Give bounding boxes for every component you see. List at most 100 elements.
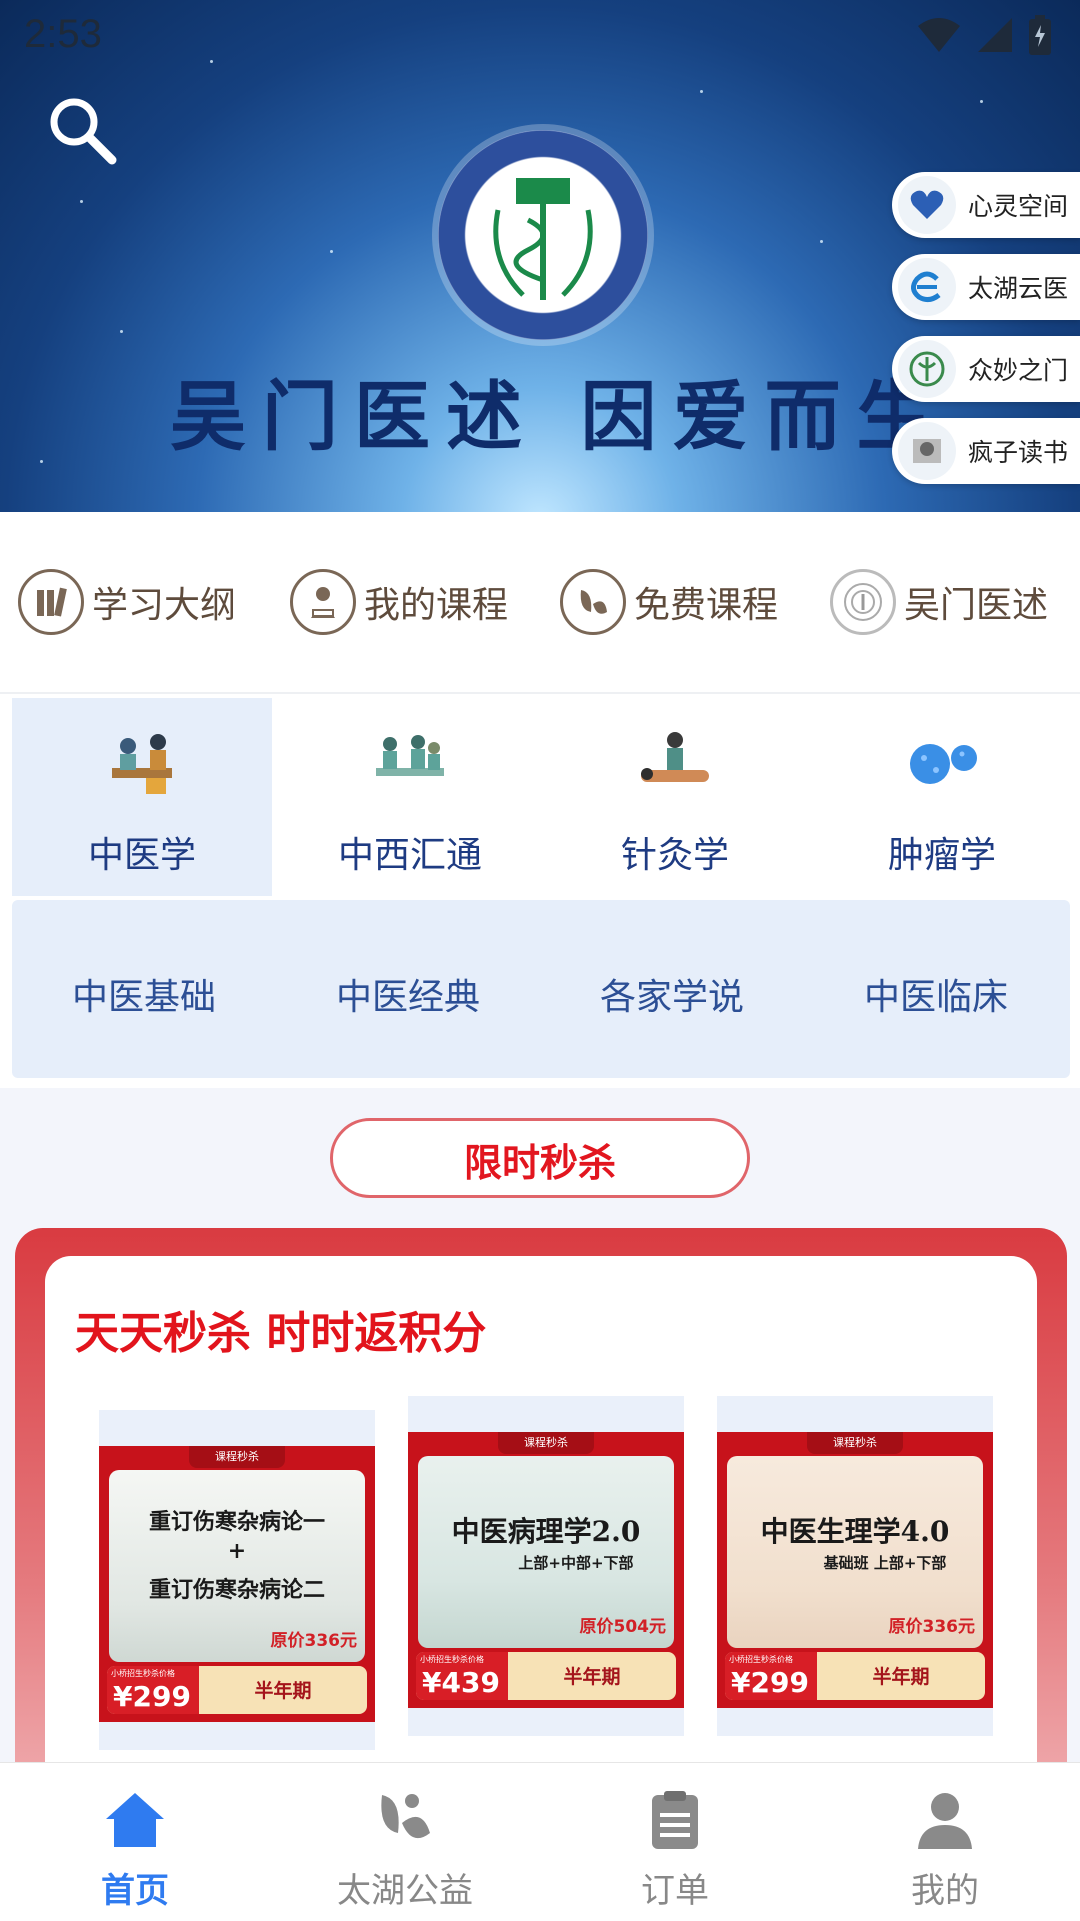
original-price: 原价336元 bbox=[888, 1617, 976, 1637]
home-icon bbox=[106, 1793, 164, 1847]
book-club-logo-icon bbox=[898, 422, 956, 480]
subcategory-tcm-classics[interactable]: 中医经典 bbox=[276, 968, 540, 1020]
quick-nav-free-courses[interactable]: 免费课程 bbox=[560, 564, 778, 640]
quick-nav-wumen[interactable]: 吴门医述 bbox=[830, 564, 1048, 640]
category-label: 针灸学 bbox=[620, 835, 729, 876]
caduceus-icon bbox=[493, 178, 593, 300]
sale-price-box: 小桥招生秒杀价格 ¥439 bbox=[416, 1652, 508, 1700]
seal-logo-icon bbox=[898, 340, 956, 398]
bottom-tab-bar: 首页 太湖公益 订单 我的 bbox=[0, 1762, 1080, 1921]
side-link-label: 心灵空间 bbox=[968, 192, 1069, 221]
battery-icon bbox=[1029, 15, 1051, 55]
flash-sale-headline: 天天秒杀 时时返积分 bbox=[75, 1308, 487, 1359]
quick-nav-my-courses[interactable]: 我的课程 bbox=[290, 564, 508, 640]
product-poster: 课程秒杀 中医生理学4.0 基础班 上部+下部 原价336元 小桥招生秒杀价格 … bbox=[717, 1432, 993, 1708]
poster-title: 重订伤寒杂病论一 bbox=[148, 1509, 325, 1535]
tab-label: 太湖公益 bbox=[337, 1871, 473, 1911]
hero-slogan: 吴门医述 因爱而生 bbox=[170, 372, 949, 461]
signal-icon bbox=[978, 18, 1012, 52]
poster-title: 中医生理学4.0 bbox=[760, 1515, 950, 1548]
status-icons bbox=[916, 14, 1052, 56]
price-bar: 小桥招生秒杀价格 ¥299 半年期 bbox=[725, 1652, 985, 1700]
cloud-doctor-logo-icon bbox=[898, 258, 956, 316]
price-bar: 小桥招生秒杀价格 ¥439 半年期 bbox=[416, 1652, 676, 1700]
poster-tag: 课程秒杀 bbox=[498, 1432, 594, 1454]
tab-label: 我的 bbox=[911, 1871, 979, 1911]
poster-subtitle: 基础班 上部+下部 bbox=[823, 1554, 947, 1572]
side-link-label: 疯子读书 bbox=[968, 438, 1069, 467]
price-bar: 小桥招生秒杀价格 ¥299 半年期 bbox=[107, 1666, 367, 1714]
status-time: 2:53 bbox=[24, 12, 102, 56]
subcategory-clinical[interactable]: 中医临床 bbox=[804, 968, 1068, 1020]
quick-nav-study-outline[interactable]: 学习大纲 bbox=[18, 564, 236, 640]
course-period: 半年期 bbox=[872, 1666, 930, 1688]
course-period: 半年期 bbox=[563, 1666, 621, 1688]
quick-nav-label: 我的课程 bbox=[364, 585, 509, 626]
reader-icon bbox=[290, 569, 356, 635]
category-label: 中医学 bbox=[87, 835, 196, 876]
acupuncture-illustration-icon bbox=[641, 732, 709, 782]
poster-title-plus: + bbox=[227, 1538, 247, 1564]
category-label: 中西汇通 bbox=[337, 835, 482, 876]
brand-logo bbox=[438, 130, 648, 340]
tab-home[interactable]: 首页 bbox=[0, 1763, 270, 1921]
product-card[interactable]: 课程秒杀 中医病理学2.0 上部+中部+下部 原价504元 小桥招生秒杀价格 ¥… bbox=[408, 1396, 684, 1736]
course-period: 半年期 bbox=[254, 1680, 312, 1702]
side-link-fengzi[interactable]: 疯子读书 bbox=[892, 418, 1080, 484]
tcm-illustration-icon bbox=[112, 734, 172, 794]
sale-price-caption: 小桥招生秒杀价格 bbox=[111, 1669, 175, 1678]
category-tcm[interactable]: 中医学 bbox=[12, 698, 272, 896]
poster-title: 中医病理学2.0 bbox=[451, 1515, 641, 1548]
flash-sale-title: 限时秒杀 bbox=[463, 1141, 616, 1185]
sale-price-caption: 小桥招生秒杀价格 bbox=[729, 1655, 793, 1664]
original-price: 原价336元 bbox=[270, 1631, 358, 1651]
cell-illustration-icon bbox=[910, 744, 977, 784]
subcategory-schools[interactable]: 各家学说 bbox=[540, 968, 804, 1020]
tab-orders[interactable]: 订单 bbox=[540, 1763, 810, 1921]
sale-price-caption: 小桥招生秒杀价格 bbox=[420, 1655, 484, 1664]
subcategory-panel: 中医基础 中医经典 各家学说 中医临床 bbox=[12, 900, 1070, 1078]
tab-label: 订单 bbox=[641, 1871, 709, 1911]
product-poster: 课程秒杀 中医病理学2.0 上部+中部+下部 原价504元 小桥招生秒杀价格 ¥… bbox=[408, 1432, 684, 1708]
product-poster: 课程秒杀 重订伤寒杂病论一 + 重订伤寒杂病论二 原价336元 小桥招生秒杀价格… bbox=[99, 1446, 375, 1722]
profile-icon bbox=[918, 1793, 972, 1849]
university-seal-icon bbox=[830, 569, 896, 635]
poster-title: 重订伤寒杂病论二 bbox=[148, 1577, 325, 1603]
sale-price-box: 小桥招生秒杀价格 ¥299 bbox=[107, 1666, 199, 1714]
tab-charity[interactable]: 太湖公益 bbox=[270, 1763, 540, 1921]
flash-sale-title-banner: 限时秒杀 bbox=[330, 1118, 750, 1198]
quick-nav-label: 吴门医述 bbox=[904, 585, 1049, 626]
order-clipboard-icon bbox=[652, 1791, 698, 1849]
side-link-taihu-cloud[interactable]: 太湖云医 bbox=[892, 254, 1080, 320]
category-integrative[interactable]: 中西汇通 bbox=[280, 698, 540, 896]
quick-nav: 学习大纲 我的课程 免费课程 吴门医述 bbox=[0, 512, 1080, 694]
category-label: 肿瘤学 bbox=[887, 835, 996, 876]
search-icon[interactable] bbox=[44, 92, 120, 168]
wifi-icon bbox=[918, 18, 960, 52]
surgery-illustration-icon bbox=[376, 735, 444, 776]
side-link-label: 众妙之门 bbox=[968, 356, 1069, 385]
poster-tag: 课程秒杀 bbox=[807, 1432, 903, 1454]
subcategory-tcm-basics[interactable]: 中医基础 bbox=[12, 968, 276, 1020]
category-acupuncture[interactable]: 针灸学 bbox=[545, 698, 805, 896]
product-card[interactable]: 课程秒杀 中医生理学4.0 基础班 上部+下部 原价336元 小桥招生秒杀价格 … bbox=[717, 1396, 993, 1736]
quick-nav-label: 免费课程 bbox=[634, 585, 779, 626]
sale-price: ¥299 bbox=[113, 1680, 191, 1713]
charity-leaf-icon bbox=[381, 1794, 430, 1839]
poster-tag: 课程秒杀 bbox=[189, 1446, 285, 1468]
heart-logo-icon bbox=[898, 176, 956, 234]
leaf-icon bbox=[560, 569, 626, 635]
product-card[interactable]: 课程秒杀 重订伤寒杂病论一 + 重订伤寒杂病论二 原价336元 小桥招生秒杀价格… bbox=[99, 1410, 375, 1750]
books-icon bbox=[18, 569, 84, 635]
tab-profile[interactable]: 我的 bbox=[810, 1763, 1080, 1921]
side-link-label: 太湖云医 bbox=[968, 274, 1069, 303]
sale-price-box: 小桥招生秒杀价格 ¥299 bbox=[725, 1652, 817, 1700]
poster-subtitle: 上部+中部+下部 bbox=[518, 1554, 634, 1572]
category-oncology[interactable]: 肿瘤学 bbox=[812, 698, 1072, 896]
tab-label: 首页 bbox=[101, 1871, 169, 1911]
side-link-zhongmiao[interactable]: 众妙之门 bbox=[892, 336, 1080, 402]
quick-nav-label: 学习大纲 bbox=[92, 585, 237, 626]
sale-price: ¥439 bbox=[422, 1666, 500, 1699]
side-link-xinling[interactable]: 心灵空间 bbox=[892, 172, 1080, 238]
sale-price: ¥299 bbox=[731, 1666, 809, 1699]
